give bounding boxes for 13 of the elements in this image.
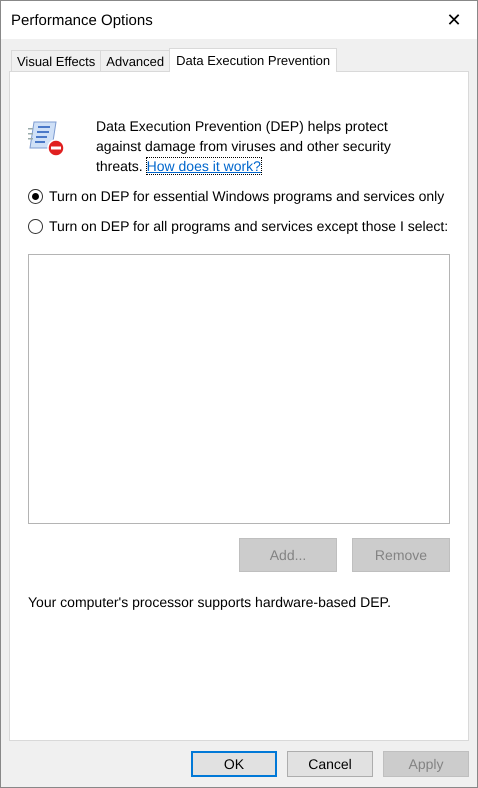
help-link[interactable]: How does it work?: [146, 158, 261, 174]
dialog-button[interactable]: OK: [191, 751, 277, 777]
description-text: Data Execution Prevention (DEP) helps protect against damage from viruses and other security threats. How does it work?: [96, 117, 392, 176]
radio-label[interactable]: Turn on DEP for all programs and services except those I select:: [49, 216, 449, 236]
dialog-button[interactable]: Cancel: [287, 751, 373, 777]
radio-button[interactable]: [28, 219, 43, 234]
close-button[interactable]: ✕: [431, 1, 477, 39]
window-title: Performance Options: [11, 12, 153, 28]
status-text: Your computer's processor supports hardware-based DEP.: [28, 594, 392, 610]
radio-label[interactable]: Turn on DEP for essential Windows programs and services only: [49, 186, 449, 206]
radio-button[interactable]: [28, 189, 43, 204]
tab[interactable]: Data Execution Prevention: [169, 48, 338, 72]
tab[interactable]: Visual Effects: [11, 50, 102, 71]
